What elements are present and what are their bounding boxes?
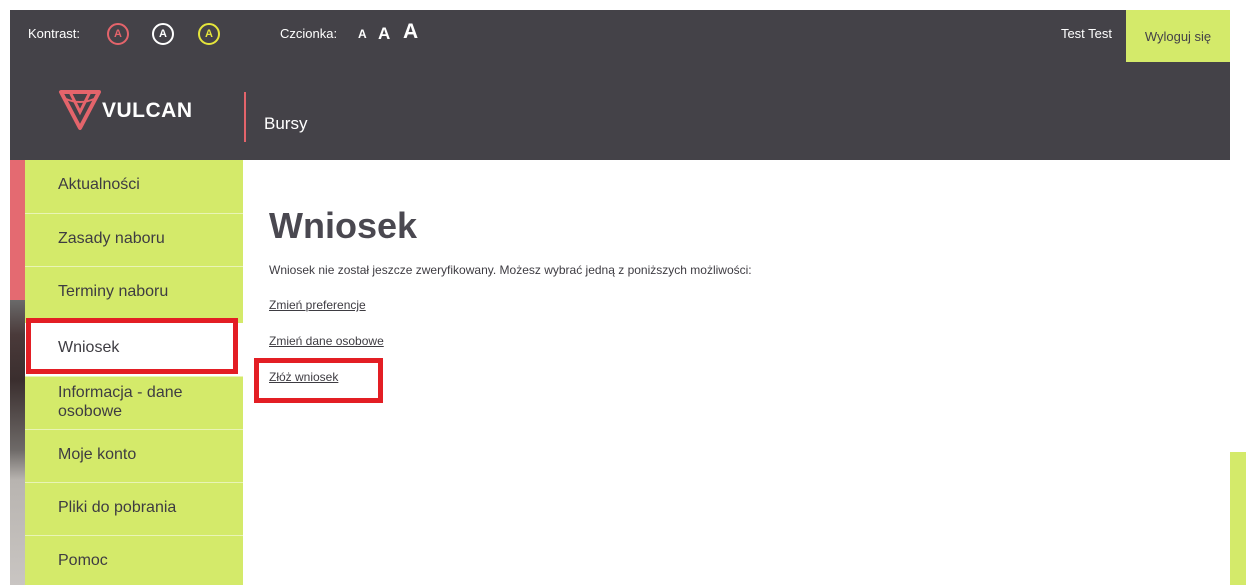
font-small-button[interactable]: A [358, 28, 367, 40]
sidebar-item-label: Wniosek [58, 339, 120, 356]
sidebar-item-label: Zasady naboru [58, 230, 165, 247]
font-size-label: Czcionka: [280, 26, 338, 41]
top-bar: Kontrast: A A A Czcionka: A A A Test Tes… [10, 10, 1230, 76]
change-personal-data-link[interactable]: Zmień dane osobowe [269, 334, 384, 348]
sidebar-item-terminy-naboru[interactable]: Terminy naboru [25, 266, 243, 319]
submit-application-link[interactable]: Złóż wniosek [269, 370, 338, 384]
main-content: Wniosek Wniosek nie został jeszcze zwery… [243, 160, 1230, 585]
vulcan-logo[interactable]: VULCAN [58, 90, 218, 130]
logo-text: VULCAN [102, 99, 193, 122]
sidebar-item-zasady-naboru[interactable]: Zasady naboru [25, 213, 243, 266]
contrast-label: Kontrast: [28, 26, 81, 41]
header: VULCAN Bursy [10, 76, 1230, 160]
sidebar-item-label: Informacja - dane osobowe [58, 384, 183, 420]
sidebar-item-moje-konto[interactable]: Moje konto [25, 429, 243, 482]
sidebar-item-label: Moje konto [58, 446, 137, 463]
vulcan-logo-icon [59, 90, 101, 130]
font-medium-button[interactable]: A [378, 25, 390, 42]
page-title: Wniosek [269, 205, 418, 246]
sidebar-item-label: Terminy naboru [58, 283, 169, 300]
sidebar-item-label: Aktualności [58, 176, 140, 193]
change-preferences-link[interactable]: Zmień preferencje [269, 298, 366, 312]
sidebar-item-aktualnosci[interactable]: Aktualności [25, 160, 243, 213]
user-name: Test Test [1060, 26, 1112, 41]
sidebar-item-label: Pliki do pobrania [58, 499, 177, 516]
contrast-red-button[interactable]: A [107, 23, 129, 45]
sidebar-item-wniosek[interactable]: Wniosek [25, 323, 243, 376]
sidebar-item-pomoc[interactable]: Pomoc [25, 535, 243, 588]
sidebar-item-pliki-do-pobrania[interactable]: Pliki do pobrania [25, 482, 243, 535]
contrast-yellow-button[interactable]: A [198, 23, 220, 45]
right-accent-strip [1230, 452, 1246, 585]
logo-divider [244, 92, 246, 142]
logout-button[interactable]: Wyloguj się [1126, 10, 1230, 62]
sidebar-item-informacja-dane-osobowe[interactable]: Informacja - dane osobowe [25, 376, 243, 429]
app-name: Bursy [264, 114, 308, 133]
contrast-white-button[interactable]: A [152, 23, 174, 45]
sidebar-nav: Aktualności Zasady naboru Terminy naboru… [25, 160, 243, 585]
sidebar-item-label: Pomoc [58, 552, 108, 569]
info-text: Wniosek nie został jeszcze zweryfikowany… [269, 263, 752, 277]
font-large-button[interactable]: A [403, 21, 418, 42]
